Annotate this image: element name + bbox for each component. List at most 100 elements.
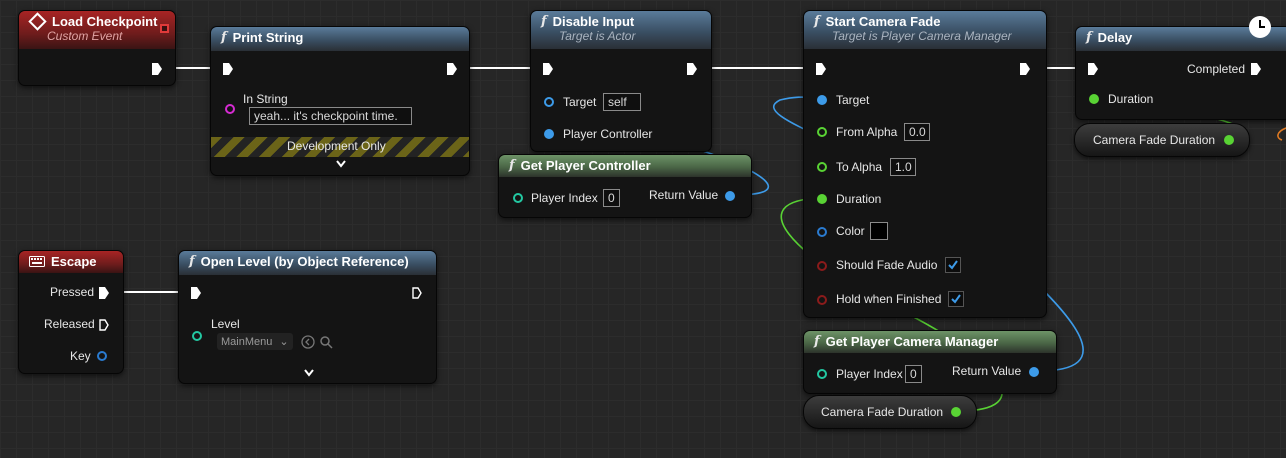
- open-level-node[interactable]: f Open Level (by Object Reference) Level …: [178, 250, 437, 384]
- chevron-down-icon[interactable]: [336, 160, 346, 168]
- disable-input-node[interactable]: f Disable Input Target is Actor Target se…: [530, 10, 712, 152]
- node-subtitle: Target is Actor: [559, 29, 636, 43]
- player-index-label: Player Index: [836, 367, 903, 381]
- start-camera-fade-node[interactable]: f Start Camera Fade Target is Player Came…: [803, 10, 1047, 318]
- exec-in-pin[interactable]: [223, 63, 233, 75]
- to-alpha-input[interactable]: 1.0: [890, 158, 916, 176]
- function-icon: f: [1086, 30, 1092, 45]
- hold-when-finished-checkbox[interactable]: [948, 291, 964, 307]
- delegate-pin[interactable]: [160, 24, 169, 33]
- node-title: Escape: [51, 254, 97, 269]
- level-dropdown-value: MainMenu: [221, 336, 273, 348]
- released-label: Released: [44, 317, 95, 331]
- return-value-label: Return Value: [952, 364, 1022, 378]
- in-string-label: In String: [243, 92, 288, 106]
- color-swatch[interactable]: [870, 222, 888, 240]
- node-title: Get Player Camera Manager: [825, 334, 999, 349]
- function-icon: f: [814, 334, 820, 349]
- duration-pin[interactable]: [1089, 94, 1099, 104]
- function-icon: f: [189, 254, 195, 269]
- player-index-input[interactable]: 0: [603, 189, 620, 207]
- exec-out-pin[interactable]: [1020, 63, 1030, 75]
- checkmark-icon: [948, 260, 958, 270]
- variable-label: Camera Fade Duration: [821, 405, 944, 419]
- function-icon: f: [221, 30, 227, 45]
- should-fade-audio-checkbox[interactable]: [945, 257, 961, 273]
- to-alpha-label: To Alpha: [836, 160, 883, 174]
- escape-key-node[interactable]: Escape Pressed Released Key: [18, 250, 124, 374]
- level-dropdown[interactable]: MainMenu ⌄: [217, 333, 293, 350]
- player-controller-pin[interactable]: [544, 129, 554, 139]
- should-fade-audio-label: Should Fade Audio: [836, 258, 938, 272]
- development-only-label: Development Only: [287, 139, 386, 153]
- node-subtitle: Custom Event: [47, 29, 123, 43]
- key-label: Key: [70, 349, 91, 363]
- key-pin[interactable]: [97, 351, 107, 361]
- chevron-down-icon: ⌄: [279, 336, 289, 348]
- player-index-input[interactable]: 0: [905, 365, 922, 383]
- get-player-controller-node[interactable]: f Get Player Controller Player Index 0 Re…: [498, 154, 752, 218]
- event-diamond-icon: [28, 12, 47, 31]
- node-title: Delay: [1097, 30, 1133, 45]
- print-string-node[interactable]: f Print String In String yeah... it's che…: [210, 26, 470, 176]
- released-exec-pin[interactable]: [99, 319, 109, 331]
- exec-in-pin[interactable]: [816, 63, 826, 75]
- duration-label: Duration: [1108, 92, 1154, 106]
- load-checkpoint-node[interactable]: Load Checkpoint Custom Event: [18, 10, 176, 86]
- from-alpha-input[interactable]: 0.0: [904, 123, 930, 141]
- exec-in-pin[interactable]: [1088, 63, 1098, 75]
- node-subtitle: Target is Player Camera Manager: [832, 29, 1012, 43]
- camera-fade-duration-getter[interactable]: Camera Fade Duration: [1074, 123, 1250, 157]
- exec-out-pin[interactable]: [412, 287, 422, 299]
- in-string-pin[interactable]: [225, 104, 235, 114]
- exec-in-pin[interactable]: [191, 287, 201, 299]
- target-label: Target: [836, 93, 870, 107]
- duration-label: Duration: [836, 192, 882, 206]
- target-pin[interactable]: [817, 95, 827, 105]
- delay-node[interactable]: f Delay Completed Duration: [1075, 16, 1286, 120]
- player-index-pin[interactable]: [513, 193, 523, 203]
- variable-output-pin[interactable]: [1224, 135, 1234, 145]
- exec-out-pin[interactable]: [152, 63, 162, 75]
- search-icon[interactable]: [319, 335, 333, 349]
- player-index-pin[interactable]: [817, 369, 827, 379]
- exec-out-pin[interactable]: [687, 63, 697, 75]
- node-title: Disable Input: [552, 14, 635, 29]
- exec-out-pin[interactable]: [1251, 63, 1261, 75]
- hold-when-finished-pin[interactable]: [817, 295, 827, 305]
- exec-out-pin[interactable]: [447, 63, 457, 75]
- in-string-input[interactable]: yeah... it's checkpoint time.: [249, 107, 412, 125]
- get-player-camera-manager-node[interactable]: f Get Player Camera Manager Player Index …: [803, 330, 1057, 394]
- target-pin[interactable]: [544, 97, 554, 107]
- return-value-pin[interactable]: [1029, 367, 1039, 377]
- node-title: Load Checkpoint: [52, 14, 158, 29]
- exec-in-pin[interactable]: [543, 63, 553, 75]
- color-label: Color: [836, 224, 865, 238]
- function-icon: f: [509, 158, 515, 173]
- chevron-down-icon[interactable]: [304, 369, 314, 377]
- checkmark-icon: [951, 294, 961, 304]
- pressed-exec-pin[interactable]: [99, 287, 109, 299]
- level-pin[interactable]: [192, 331, 202, 341]
- target-label: Target: [563, 95, 597, 109]
- level-label: Level: [211, 317, 240, 331]
- should-fade-audio-pin[interactable]: [817, 261, 827, 271]
- variable-output-pin[interactable]: [951, 407, 961, 417]
- camera-fade-duration-getter[interactable]: Camera Fade Duration: [803, 395, 977, 429]
- node-title: Print String: [232, 30, 304, 45]
- browse-icon[interactable]: [301, 335, 315, 349]
- player-controller-label: Player Controller: [563, 127, 653, 141]
- to-alpha-pin[interactable]: [817, 162, 827, 172]
- color-pin[interactable]: [817, 227, 827, 237]
- from-alpha-label: From Alpha: [836, 125, 898, 139]
- variable-label: Camera Fade Duration: [1093, 133, 1216, 147]
- pressed-label: Pressed: [50, 285, 95, 299]
- node-title: Get Player Controller: [520, 158, 651, 173]
- return-value-pin[interactable]: [725, 191, 735, 201]
- from-alpha-pin[interactable]: [817, 127, 827, 137]
- node-title: Start Camera Fade: [825, 14, 941, 29]
- duration-pin[interactable]: [817, 194, 827, 204]
- player-index-label: Player Index: [531, 191, 598, 205]
- function-icon: f: [814, 14, 820, 29]
- return-value-label: Return Value: [649, 188, 719, 202]
